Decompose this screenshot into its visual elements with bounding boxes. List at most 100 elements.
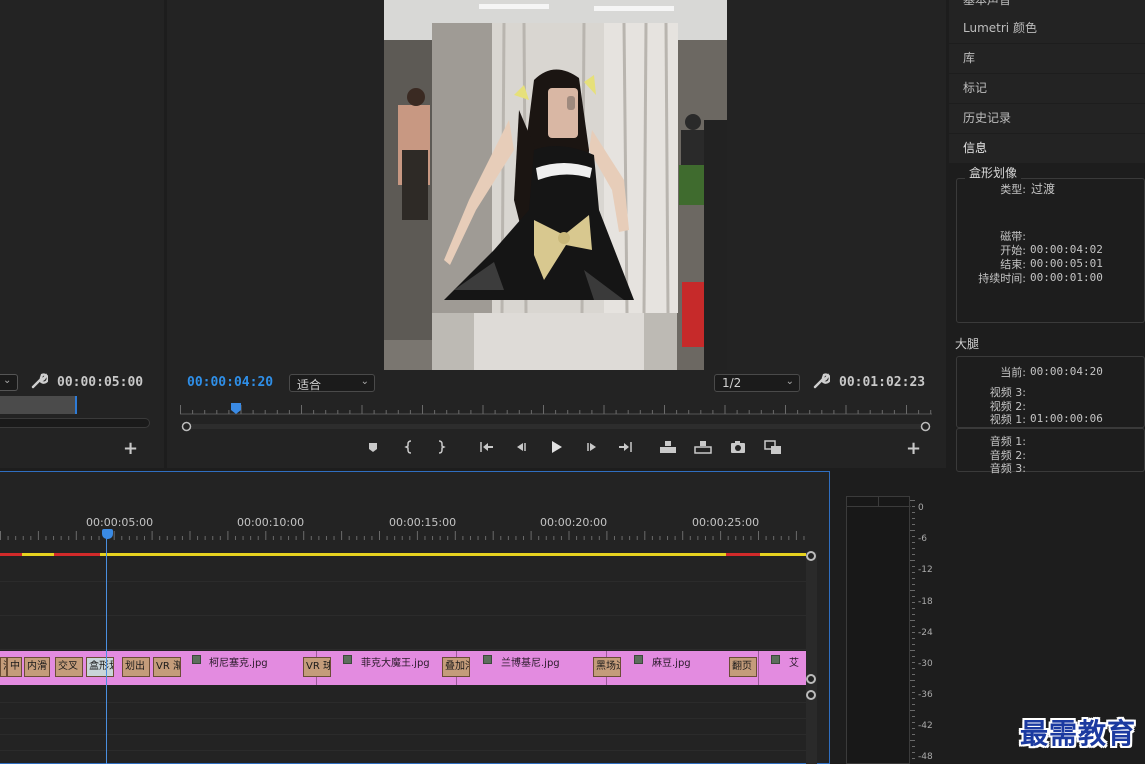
clip-name: 麻豆.jpg [652, 658, 691, 669]
program-scrollbar[interactable] [181, 417, 931, 432]
panel-item-markers[interactable]: 标记 [949, 74, 1145, 103]
panel-item-lumetri-color[interactable]: Lumetri 颜色 [949, 14, 1145, 43]
source-scrollbar[interactable] [0, 418, 150, 428]
transition[interactable]: 内滑 [24, 657, 50, 677]
panel-item-libraries[interactable]: 库 [949, 44, 1145, 73]
sequence-current-value: 00:00:04:20 [1030, 365, 1103, 378]
timeline-vertical-scrollbar[interactable] [806, 551, 817, 764]
info-end-value: 00:00:05:01 [1030, 257, 1103, 270]
source-add-button[interactable]: + [123, 438, 138, 459]
timeline-ruler-label: 00:00:10:00 [237, 516, 305, 529]
transport-controls [360, 436, 790, 458]
fx-badge-icon [483, 655, 492, 664]
db-label: -24 [918, 628, 933, 638]
track-row [0, 686, 806, 703]
info-type-label: 类型: [1000, 183, 1026, 196]
db-label: -6 [918, 534, 927, 544]
chevron-down-icon: ⌄ [785, 376, 794, 387]
source-duration: 00:00:05:00 [57, 375, 144, 390]
timeline-ruler-label: 00:00:05:00 [86, 516, 154, 529]
transition[interactable]: 交叉 [55, 657, 83, 677]
scroll-handle-icon[interactable] [806, 674, 816, 684]
db-label: -42 [918, 721, 933, 731]
mark-in-icon[interactable] [398, 436, 420, 458]
transition[interactable]: VR 渐 [153, 657, 181, 677]
transition[interactable]: 黑场过 [593, 657, 621, 677]
db-label: -30 [918, 659, 933, 669]
info-start-value: 00:00:04:02 [1030, 243, 1103, 256]
transition[interactable]: 划出 [122, 657, 150, 677]
db-scale-ticks [910, 500, 915, 759]
program-video-frame [384, 0, 727, 370]
transition[interactable]: 翻页 [729, 657, 757, 677]
step-forward-icon[interactable] [581, 436, 603, 458]
db-label: -12 [918, 565, 933, 575]
info-type-value: 过渡 [1031, 182, 1056, 196]
transition[interactable]: 叠加溶 [442, 657, 470, 677]
track-row [0, 703, 806, 719]
step-back-icon[interactable] [510, 436, 532, 458]
timeline-playhead-line[interactable] [106, 534, 107, 764]
timeline-render-bar [0, 541, 806, 556]
db-label: -48 [918, 752, 933, 762]
db-label: -36 [918, 690, 933, 700]
program-playhead[interactable] [231, 403, 241, 414]
transition[interactable]: VR 球 [303, 657, 331, 677]
track-row [0, 719, 806, 735]
sequence-current-label: 当前: [1000, 366, 1026, 379]
go-to-in-icon[interactable] [476, 436, 498, 458]
panel-item-history[interactable]: 历史记录 [949, 104, 1145, 133]
mark-out-icon[interactable] [430, 436, 452, 458]
clip-name: 柯尼塞克.jpg [209, 658, 268, 669]
program-add-button[interactable]: + [906, 438, 921, 459]
transition-selected[interactable]: 盒形划 [86, 657, 114, 677]
timeline-playhead[interactable] [102, 529, 113, 539]
resolution-dropdown[interactable]: 1/2 ⌄ [714, 374, 800, 392]
transition[interactable]: 溶 [0, 657, 7, 677]
track-row [0, 548, 806, 582]
db-label: 0 [918, 503, 924, 513]
source-playhead[interactable] [75, 396, 77, 414]
watermark-logo: 最需教育 [1020, 717, 1137, 750]
scroll-handle-icon[interactable] [806, 690, 816, 700]
fx-badge-icon [634, 655, 643, 664]
chevron-down-icon: ⌄ [360, 376, 369, 387]
panel-item-basic-sound[interactable]: 基本声音 [949, 0, 1145, 15]
sequence-video1-value: 01:00:00:06 [1030, 412, 1103, 425]
wrench-icon[interactable] [30, 372, 49, 390]
audio-meter [846, 496, 911, 764]
source-zoom-bar[interactable] [0, 396, 76, 414]
sequence-video1-label: 视频 1: [989, 413, 1026, 426]
db-label: -18 [918, 597, 933, 607]
info-duration-value: 00:00:01:00 [1030, 271, 1103, 284]
track-row [0, 582, 806, 616]
wrench-icon[interactable] [812, 372, 831, 390]
program-timecode[interactable]: 00:00:04:20 [187, 375, 273, 390]
marker-icon[interactable] [362, 436, 384, 458]
go-to-out-icon[interactable] [614, 436, 636, 458]
export-frame-icon[interactable] [727, 436, 749, 458]
scroll-handle-icon[interactable] [806, 551, 816, 561]
timeline-ruler-label: 00:00:15:00 [389, 516, 457, 529]
fit-dropdown[interactable]: 适合 ⌄ [289, 374, 375, 392]
fx-badge-icon [771, 655, 780, 664]
timeline-ruler-ticks[interactable] [0, 530, 806, 540]
lift-icon[interactable] [657, 436, 679, 458]
clip-divider [758, 651, 759, 685]
sequence-audio3-label: 音频 3: [989, 462, 1026, 475]
play-icon[interactable] [545, 436, 567, 458]
resolution-dropdown-label: 1/2 [722, 376, 742, 390]
sequence-name: 大腿 [955, 337, 980, 351]
panel-item-info[interactable]: 信息 [949, 134, 1145, 163]
info-clip-title: 盒形划像 [965, 164, 1022, 181]
source-zoom-dropdown[interactable]: ⌄ [0, 374, 18, 391]
track-row [0, 735, 806, 751]
compare-icon[interactable] [762, 436, 784, 458]
transition[interactable]: 中 [7, 657, 22, 677]
extract-icon[interactable] [692, 436, 714, 458]
program-time-ruler[interactable] [180, 400, 932, 415]
track-row [0, 616, 806, 650]
fit-dropdown-label: 适合 [297, 378, 322, 392]
clip-name: 艾 [789, 658, 799, 669]
program-duration: 00:01:02:23 [839, 375, 926, 390]
